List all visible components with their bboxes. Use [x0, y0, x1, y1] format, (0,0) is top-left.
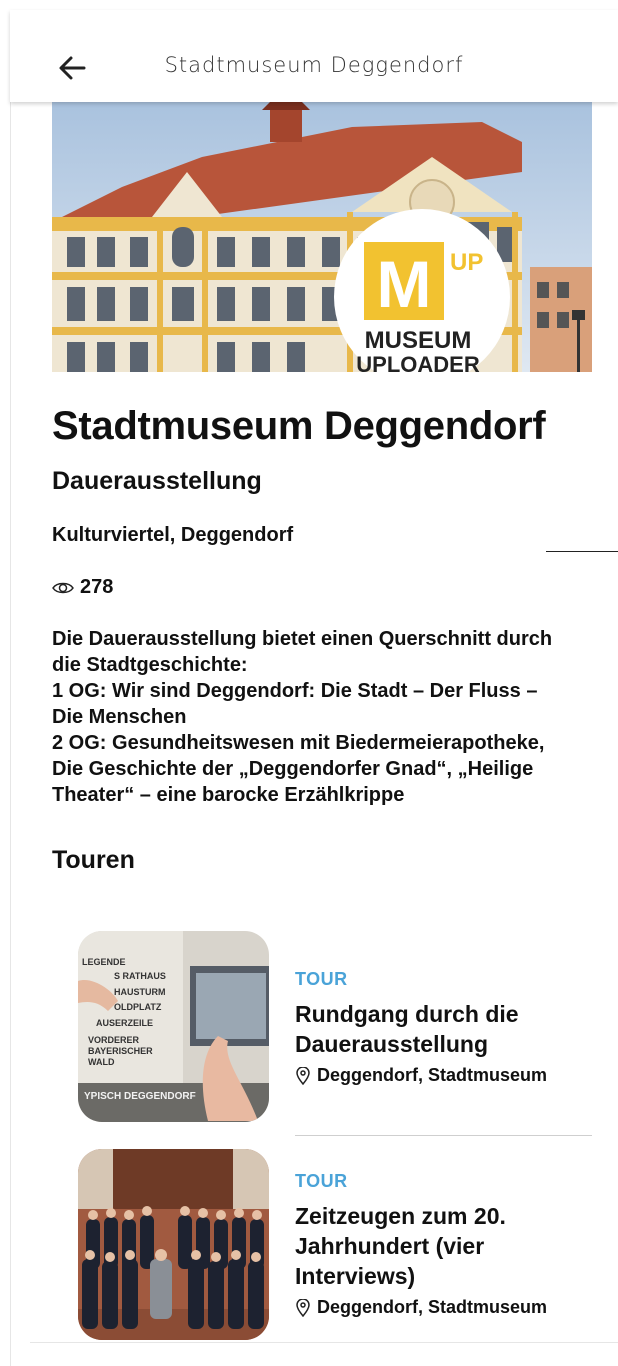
museum-description: Die Dauerausstellung bietet einen Quersc… — [52, 626, 597, 808]
svg-text:BAYERISCHER: BAYERISCHER — [88, 1046, 153, 1056]
description-line: 2 OG: Gesundheitswesen mit Biedermeierap… — [52, 732, 545, 754]
eye-icon — [52, 582, 74, 593]
description-line: Theater“ – eine barocke Erzählkrippe — [52, 784, 405, 806]
svg-text:LEGENDE: LEGENDE — [82, 957, 126, 967]
page-title: Stadtmuseum Deggendorf — [164, 53, 464, 77]
tour-title-line: Dauerausstellung — [295, 1031, 488, 1057]
museum-location: Kulturviertel, Deggendorf — [52, 524, 294, 546]
location-pin-icon — [296, 1298, 310, 1317]
tour-location-text: Deggendorf, Stadtmuseum — [317, 1297, 548, 1317]
view-count-value: 278 — [80, 576, 114, 598]
museum-hero-image: M UP MUSEUM UPLOADER — [52, 102, 592, 372]
tour-title: Zeitzeugen zum 20. Jahrhundert (vier Int… — [295, 1201, 595, 1291]
tour-location: Deggendorf, Stadtmuseum — [295, 1297, 595, 1318]
tour-title-line: Interviews) — [295, 1263, 416, 1289]
divider — [295, 1135, 592, 1136]
svg-text:UPLOADER: UPLOADER — [356, 352, 480, 372]
svg-text:VORDERER: VORDERER — [88, 1035, 140, 1045]
description-line: Die Menschen — [52, 706, 187, 728]
divider — [30, 1342, 618, 1343]
tour-meta: TOUR Rundgang durch die Dauerausstellung… — [295, 931, 595, 1086]
description-line: Die Dauerausstellung bietet einen Quersc… — [52, 628, 553, 650]
divider — [546, 551, 618, 552]
view-count: 278 — [52, 576, 592, 599]
tour-thumbnail — [78, 1149, 269, 1340]
tour-kind: TOUR — [295, 1171, 348, 1191]
description-line: die Stadtgeschichte: — [52, 654, 248, 676]
museum-title: Stadtmuseum Deggendorf — [52, 404, 546, 448]
location-pin-icon — [296, 1066, 310, 1085]
description-line: 1 OG: Wir sind Deggendorf: Die Stadt – D… — [52, 680, 538, 702]
tour-title: Rundgang durch die Dauerausstellung — [295, 999, 595, 1059]
svg-text:MUSEUM: MUSEUM — [365, 327, 472, 354]
tour-title-line: Jahrhundert (vier — [295, 1233, 485, 1259]
tours-section-title: Touren — [52, 846, 135, 874]
svg-text:YPISCH DEGGENDORF: YPISCH DEGGENDORF — [84, 1091, 196, 1102]
svg-text:M: M — [377, 247, 432, 321]
svg-text:WALD: WALD — [88, 1057, 115, 1067]
top-app-bar: Stadtmuseum Deggendorf — [10, 10, 618, 102]
tour-title-line: Rundgang durch die — [295, 1001, 519, 1027]
svg-text:HAUSTURM: HAUSTURM — [114, 987, 166, 997]
description-line: Die Geschichte der „Deggendorfer Gnad“, … — [52, 758, 534, 780]
svg-text:UP: UP — [450, 249, 483, 276]
svg-text:S RATHAUS: S RATHAUS — [114, 971, 166, 981]
exhibition-subtitle: Dauerausstellung — [52, 467, 262, 495]
tour-thumbnail: LEGENDE S RATHAUS HAUSTURM OLDPLATZ AUSE… — [78, 931, 269, 1122]
tour-location: Deggendorf, Stadtmuseum — [295, 1065, 595, 1086]
svg-text:AUSERZEILE: AUSERZEILE — [96, 1018, 153, 1028]
tour-location-text: Deggendorf, Stadtmuseum — [317, 1065, 548, 1085]
tour-title-line: Zeitzeugen zum 20. — [295, 1203, 506, 1229]
svg-text:OLDPLATZ: OLDPLATZ — [114, 1002, 162, 1012]
tour-meta: TOUR Zeitzeugen zum 20. Jahrhundert (vie… — [295, 1149, 595, 1318]
tour-kind: TOUR — [295, 969, 348, 989]
